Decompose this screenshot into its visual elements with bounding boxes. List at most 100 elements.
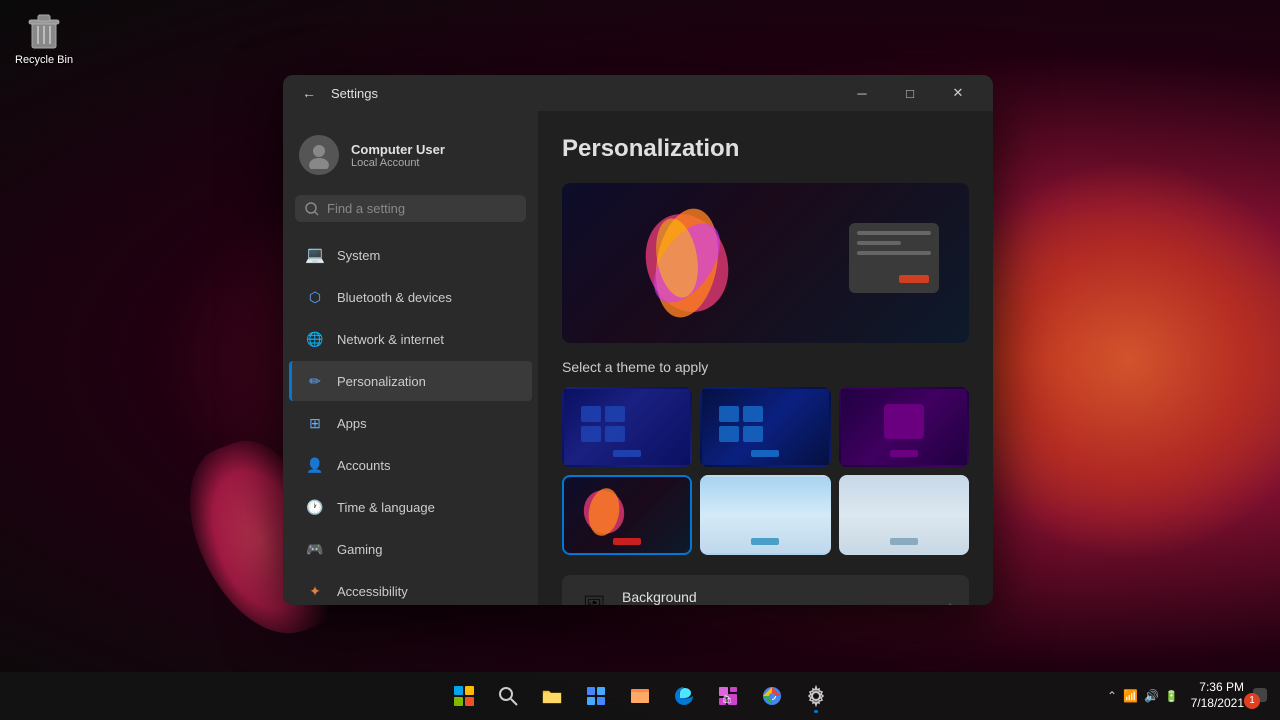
taskbar-clock[interactable]: 7:36 PM 7/18/2021 [1191, 680, 1244, 711]
search-input[interactable] [327, 201, 516, 216]
window-controls: ─ □ ✕ [839, 77, 981, 109]
taskbar-store-button[interactable]: 🛍 [708, 676, 748, 716]
page-title: Personalization [562, 135, 969, 163]
battery-icon[interactable]: 🔋 [1165, 690, 1179, 703]
theme2-logo [717, 404, 767, 444]
avatar-icon [305, 141, 333, 169]
recycle-bin[interactable]: Recycle Bin [15, 10, 73, 66]
theme4-shape [574, 487, 634, 537]
taskbar: 🛍 ⌃ 📶 🔊 � [0, 672, 1280, 720]
background-item-text: Background Background image, color, slid… [622, 589, 948, 605]
taskbar-edge-button[interactable] [664, 676, 704, 716]
taskbar-settings-button[interactable] [796, 676, 836, 716]
window-title: Settings [331, 86, 378, 101]
theme-preview-banner [562, 183, 969, 343]
maximize-button[interactable]: □ [887, 77, 933, 109]
theme-preview-content [562, 183, 969, 343]
sidebar-item-personalization[interactable]: ✏ Personalization [289, 361, 532, 401]
background-chevron-icon: › [948, 597, 953, 605]
taskbar-settings-icon [805, 685, 827, 707]
network-icon: 🌐 [305, 329, 325, 349]
system-icon: 💻 [305, 245, 325, 265]
sidebar-item-system[interactable]: 💻 System [289, 235, 532, 275]
preview-dialog [849, 223, 939, 293]
recycle-bin-icon [24, 10, 64, 50]
close-button[interactable]: ✕ [935, 77, 981, 109]
theme-item-1[interactable] [562, 387, 692, 467]
sidebar-item-label: Accessibility [337, 584, 408, 599]
theme-selector-label: Select a theme to apply [562, 359, 969, 375]
accounts-icon: 👤 [305, 455, 325, 475]
clock-time: 7:36 PM [1199, 680, 1244, 696]
theme-item-3[interactable] [839, 387, 969, 467]
taskbar-edge-icon [673, 685, 695, 707]
chevron-up-icon[interactable]: ⌃ [1107, 689, 1117, 703]
theme-item-4[interactable] [562, 475, 692, 555]
start-button[interactable] [444, 676, 484, 716]
theme-item-6[interactable] [839, 475, 969, 555]
sidebar-item-network[interactable]: 🌐 Network & internet [289, 319, 532, 359]
taskbar-chrome-button[interactable] [752, 676, 792, 716]
user-name: Computer User [351, 142, 445, 157]
recycle-bin-label: Recycle Bin [15, 54, 73, 66]
sidebar-item-time[interactable]: 🕐 Time & language [289, 487, 532, 527]
theme1-logo [579, 404, 629, 444]
back-button[interactable]: ← [295, 79, 323, 107]
minimize-button[interactable]: ─ [839, 77, 885, 109]
network-tray-icon[interactable]: 📶 [1123, 689, 1138, 703]
sidebar-item-label: Time & language [337, 500, 435, 515]
dialog-button [899, 275, 929, 283]
sidebar-item-label: Gaming [337, 542, 383, 557]
minimize-icon: ─ [857, 86, 866, 101]
background-settings-item[interactable]: 🖼 Background Background image, color, sl… [562, 575, 969, 605]
sidebar-item-label: Apps [337, 416, 367, 431]
bluetooth-icon: ⬡ [305, 287, 325, 307]
sidebar-item-label: Accounts [337, 458, 390, 473]
main-content: Personalization [538, 111, 993, 605]
notification-center[interactable]: 1 [1252, 687, 1268, 706]
apps-icon: ⊞ [305, 413, 325, 433]
gaming-icon: 🎮 [305, 539, 325, 559]
sidebar-item-accounts[interactable]: 👤 Accounts [289, 445, 532, 485]
time-icon: 🕐 [305, 497, 325, 517]
dialog-lines [857, 231, 931, 255]
sidebar-item-accessibility[interactable]: ✦ Accessibility [289, 571, 532, 605]
dialog-line-3 [857, 251, 931, 255]
taskbar-files-icon [629, 685, 651, 707]
theme-grid [562, 387, 969, 555]
taskbar-explorer-icon [541, 685, 563, 707]
accessibility-icon: ✦ [305, 581, 325, 601]
user-subtitle: Local Account [351, 157, 445, 169]
search-icon [305, 202, 319, 216]
avatar [299, 135, 339, 175]
theme-item-2[interactable] [700, 387, 830, 467]
svg-text:🛍: 🛍 [722, 695, 732, 704]
sidebar-item-bluetooth[interactable]: ⬡ Bluetooth & devices [289, 277, 532, 317]
sidebar-item-label: Personalization [337, 374, 426, 389]
dialog-line-1 [857, 231, 931, 235]
user-info: Computer User Local Account [351, 142, 445, 169]
background-item-icon: 🖼 [578, 589, 610, 605]
notification-badge: 1 [1244, 693, 1260, 709]
back-arrow-icon: ← [302, 85, 316, 101]
sidebar-item-label: System [337, 248, 380, 263]
user-section[interactable]: Computer User Local Account [283, 127, 538, 191]
taskbar-explorer-button[interactable] [532, 676, 572, 716]
maximize-icon: □ [906, 86, 914, 101]
theme-item-5[interactable] [700, 475, 830, 555]
start-icon [452, 684, 476, 708]
dialog-line-2 [857, 241, 901, 245]
taskbar-center: 🛍 [444, 676, 836, 716]
taskbar-chrome-icon [761, 685, 783, 707]
volume-icon[interactable]: 🔊 [1144, 689, 1159, 703]
settings-body: Computer User Local Account 💻 System ⬡ B… [283, 111, 993, 605]
sidebar-item-apps[interactable]: ⊞ Apps [289, 403, 532, 443]
taskbar-widgets-button[interactable] [576, 676, 616, 716]
sidebar-item-gaming[interactable]: 🎮 Gaming [289, 529, 532, 569]
sidebar-item-label: Bluetooth & devices [337, 290, 452, 305]
search-box[interactable] [295, 195, 526, 222]
personalization-icon: ✏ [305, 371, 325, 391]
taskbar-search-button[interactable] [488, 676, 528, 716]
taskbar-search-icon [497, 685, 519, 707]
taskbar-files-button[interactable] [620, 676, 660, 716]
